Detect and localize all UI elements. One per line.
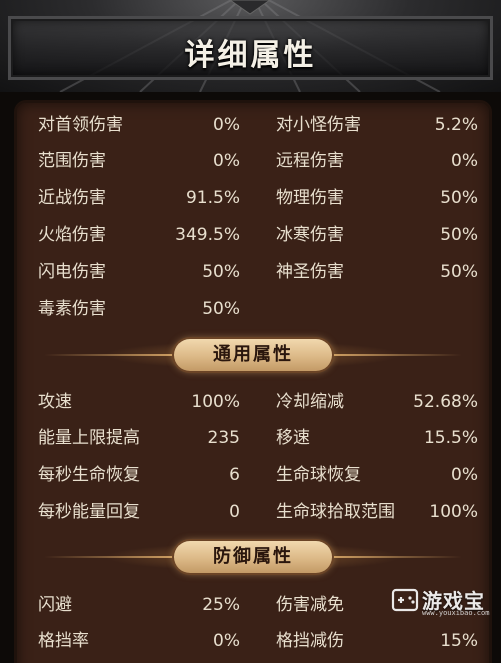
stat-value: 0% xyxy=(213,631,240,651)
stat-row-minion-damage: 对小怪伤害 5.2% xyxy=(276,111,478,139)
stat-value: 5.2% xyxy=(434,115,478,135)
stat-row-attack-speed: 攻速 100% xyxy=(38,388,240,416)
stat-label: 神圣伤害 xyxy=(276,262,344,282)
stat-label: 远程伤害 xyxy=(276,151,344,171)
stat-value: 15% xyxy=(440,631,478,651)
stat-row-melee-damage: 近战伤害 91.5% xyxy=(38,184,240,212)
stat-row-boss-damage: 对首领伤害 0% xyxy=(38,111,240,139)
stat-label: 格挡率 xyxy=(38,631,89,651)
stat-label: 攻速 xyxy=(38,392,72,412)
stat-label: 近战伤害 xyxy=(38,188,106,208)
stat-label: 冷却缩减 xyxy=(276,392,344,412)
stat-label: 毒素伤害 xyxy=(38,299,106,319)
stat-value: 52.68% xyxy=(413,392,478,412)
stat-row-cooldown-reduction: 冷却缩减 52.68% xyxy=(276,388,478,416)
stat-label: 移速 xyxy=(276,428,310,448)
stat-value: 50% xyxy=(440,262,478,282)
page-title: 详细属性 xyxy=(184,38,317,73)
stat-value: 100% xyxy=(429,502,478,522)
stat-label: 能量上限提高 xyxy=(38,428,140,448)
stat-row-poison-damage: 毒素伤害 50% xyxy=(38,295,240,323)
stat-label: 物理伤害 xyxy=(276,188,344,208)
stat-value: 0% xyxy=(213,115,240,135)
watermark: 游戏宝 www.youxibao.com xyxy=(390,583,498,619)
stat-row-orb-recovery: 生命球恢复 0% xyxy=(276,461,478,489)
stat-value: 235 xyxy=(207,428,240,448)
stat-value: 0% xyxy=(451,465,478,485)
stat-value: 50% xyxy=(202,299,240,319)
stat-label: 生命球恢复 xyxy=(276,465,361,485)
stat-label: 格挡减伤 xyxy=(276,631,344,651)
stat-row-energy-cap: 能量上限提高 235 xyxy=(38,424,240,452)
stat-row-energy-regen: 每秒能量回复 0 xyxy=(38,498,240,526)
stat-value: 50% xyxy=(440,225,478,245)
gamepad-icon xyxy=(391,588,419,612)
stat-label: 伤害减免 xyxy=(276,595,344,615)
stat-value: 0 xyxy=(229,502,240,522)
section-title: 防御属性 xyxy=(174,541,332,573)
section-header-defense: 防御属性 xyxy=(14,537,492,577)
stat-row-aoe-damage: 范围伤害 0% xyxy=(38,147,240,175)
stat-row-ranged-damage: 远程伤害 0% xyxy=(276,147,478,175)
attributes-screen: 详细属性 对首领伤害 0% 范围伤害 0% 近战伤害 91.5% 火焰伤害 34… xyxy=(0,0,501,663)
stat-label: 闪电伤害 xyxy=(38,262,106,282)
stat-label: 火焰伤害 xyxy=(38,225,106,245)
stat-label: 每秒生命恢复 xyxy=(38,465,140,485)
stat-label: 冰寒伤害 xyxy=(276,225,344,245)
stat-value: 50% xyxy=(440,188,478,208)
stat-value: 0% xyxy=(213,151,240,171)
stat-row-lightning-damage: 闪电伤害 50% xyxy=(38,258,240,286)
stat-row-fire-damage: 火焰伤害 349.5% xyxy=(38,221,240,249)
header-bar: 详细属性 xyxy=(0,0,501,92)
stat-value: 91.5% xyxy=(185,188,240,208)
stat-row-dodge: 闪避 25% xyxy=(38,591,240,619)
stat-label: 每秒能量回复 xyxy=(38,502,140,522)
stat-row-physical-damage: 物理伤害 50% xyxy=(276,184,478,212)
stat-label: 范围伤害 xyxy=(38,151,106,171)
stat-row-block-rate: 格挡率 0% xyxy=(38,627,240,655)
stat-label: 闪避 xyxy=(38,595,72,615)
stat-row-move-speed: 移速 15.5% xyxy=(276,424,478,452)
stat-label: 对小怪伤害 xyxy=(276,115,361,135)
section-header-general: 通用属性 xyxy=(14,335,492,375)
stat-value: 25% xyxy=(202,595,240,615)
stat-row-block-reduction: 格挡减伤 15% xyxy=(276,627,478,655)
stat-value: 6 xyxy=(229,465,240,485)
stat-label: 对首领伤害 xyxy=(38,115,123,135)
stat-value: 349.5% xyxy=(175,225,240,245)
stat-value: 0% xyxy=(451,151,478,171)
stat-label: 生命球拾取范围 xyxy=(276,502,395,522)
stat-value: 100% xyxy=(191,392,240,412)
stat-value: 50% xyxy=(202,262,240,282)
stat-row-hp-regen: 每秒生命恢复 6 xyxy=(38,461,240,489)
watermark-url: www.youxibao.com xyxy=(422,609,490,617)
stat-value: 15.5% xyxy=(423,428,478,448)
stat-row-cold-damage: 冰寒伤害 50% xyxy=(276,221,478,249)
stat-row-holy-damage: 神圣伤害 50% xyxy=(276,258,478,286)
section-title: 通用属性 xyxy=(174,339,332,371)
stat-row-orb-pickup-range: 生命球拾取范围 100% xyxy=(276,498,478,526)
